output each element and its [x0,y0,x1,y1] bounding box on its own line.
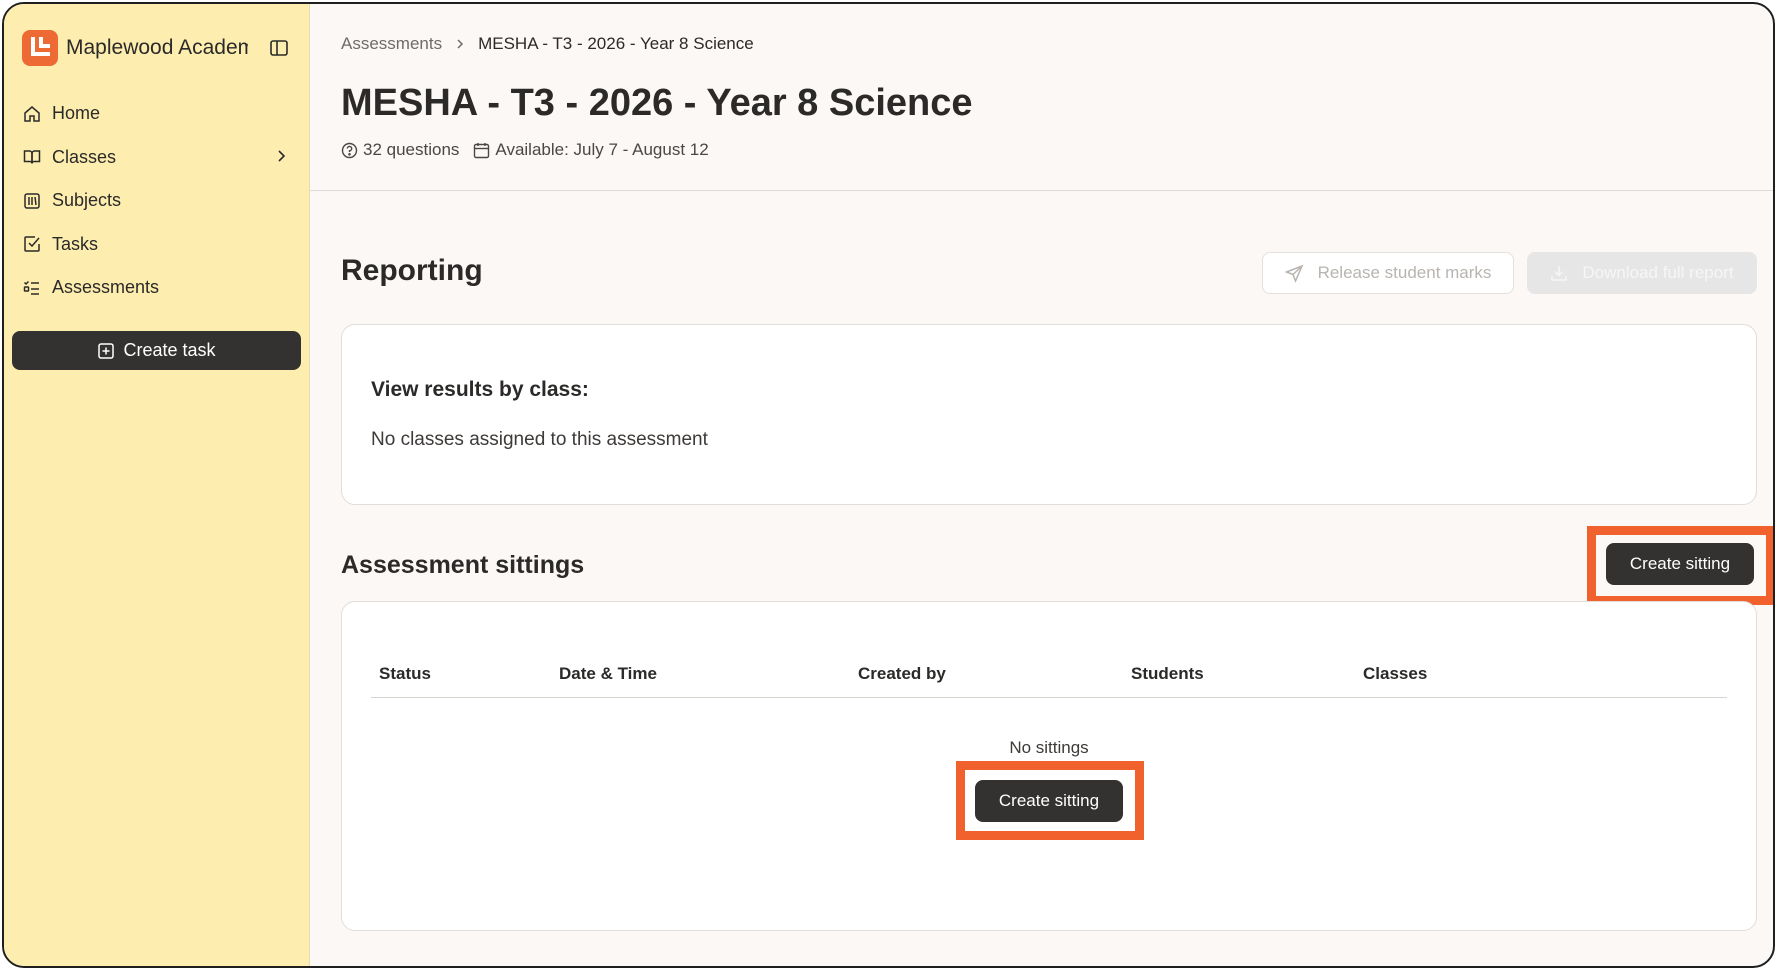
sidebar-item-label: Tasks [52,233,99,254]
book-icon [22,147,42,167]
app-window: Maplewood Academy Home Classes Subjects … [2,2,1775,968]
column-header-classes: Classes [1363,664,1428,683]
sidebar: Maplewood Academy Home Classes Subjects … [4,4,310,966]
assessment-meta: 32 questions Available: July 7 - August … [341,140,723,160]
sidebar-item-assessments[interactable]: Assessments [22,266,292,310]
send-icon [1284,264,1303,283]
assessment-sittings-title: Assessment sittings [341,551,585,579]
library-icon [22,191,42,211]
breadcrumb-current: MESHA - T3 - 2026 - Year 8 Science [478,34,754,53]
no-sittings-text: No sittings [1009,738,1089,757]
create-sitting-button[interactable]: Create sitting [1606,543,1754,585]
create-task-label: Create task [123,340,216,360]
availability-dates: Available: July 7 - August 12 [473,140,709,160]
results-by-class-heading: View results by class: [371,378,589,401]
sidebar-item-label: Home [52,103,101,124]
release-student-marks-button[interactable]: Release student marks [1262,252,1514,294]
create-sitting-empty-button[interactable]: Create sitting [975,780,1123,822]
sidebar-item-label: Classes [52,146,117,167]
questions-count: 32 questions [341,140,459,160]
sidebar-nav: Home Classes Subjects Tasks Assessments [22,92,292,310]
reporting-title: Reporting [341,254,483,287]
sidebar-item-subjects[interactable]: Subjects [22,179,292,223]
column-header-students: Students [1131,664,1204,683]
checkbox-icon [22,234,42,254]
sidebar-toggle-icon[interactable] [268,37,290,59]
brand[interactable]: Maplewood Academy [22,30,292,66]
sidebar-item-classes[interactable]: Classes [22,136,292,180]
page-title: MESHA - T3 - 2026 - Year 8 Science [341,82,973,124]
column-header-date-time: Date & Time [559,664,657,683]
chevron-right-icon [454,38,466,50]
breadcrumb: Assessments MESHA - T3 - 2026 - Year 8 S… [341,34,754,54]
brand-logo-icon [22,30,58,66]
create-task-button[interactable]: Create task [12,331,301,370]
sidebar-item-tasks[interactable]: Tasks [22,223,292,267]
column-header-created-by: Created by [858,664,946,683]
sidebar-item-home[interactable]: Home [22,92,292,136]
no-classes-text: No classes assigned to this assessment [371,429,708,450]
page-header: Assessments MESHA - T3 - 2026 - Year 8 S… [310,4,1773,191]
sidebar-item-label: Subjects [52,190,122,211]
main-content: Assessments MESHA - T3 - 2026 - Year 8 S… [310,4,1773,966]
results-by-class-card: View results by class: No classes assign… [341,324,1757,505]
plus-square-icon [97,342,115,360]
sittings-table-header: Status Date & Time Created by Students C… [371,664,1727,698]
calendar-icon [474,142,490,158]
download-full-report-button[interactable]: Download full report [1527,252,1757,294]
breadcrumb-link-assessments[interactable]: Assessments [341,34,442,54]
download-icon [1551,266,1568,281]
column-header-status: Status [379,664,431,683]
sidebar-item-label: Assessments [52,277,160,298]
home-icon [22,104,42,124]
list-check-icon [22,278,42,298]
brand-name: Maplewood Academy [66,36,248,59]
chevron-right-icon[interactable] [274,147,288,168]
question-circle-icon [341,142,358,158]
